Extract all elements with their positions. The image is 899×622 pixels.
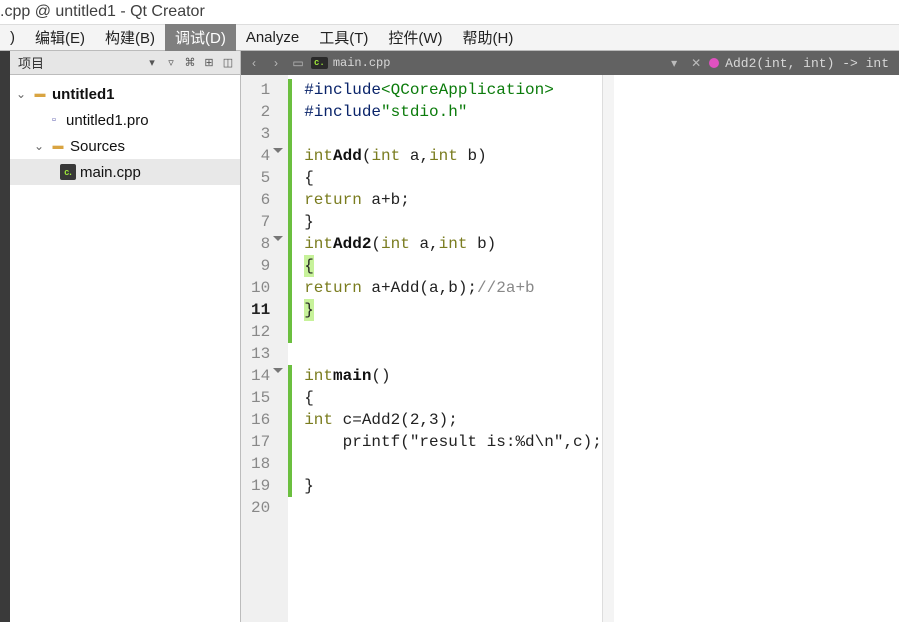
menu-help[interactable]: 帮助(H): [453, 24, 524, 51]
line-number[interactable]: 17: [251, 431, 282, 453]
tree-label: main.cpp: [80, 164, 141, 181]
line-number[interactable]: 19: [251, 475, 282, 497]
line-number[interactable]: 10: [251, 277, 282, 299]
folder-icon: ▬: [32, 86, 48, 102]
code-line[interactable]: int c=Add2(2,3);: [304, 409, 602, 431]
menu-bar: ) 编辑(E) 构建(B) 调试(D) Analyze 工具(T) 控件(W) …: [0, 25, 899, 51]
code-line[interactable]: [304, 497, 602, 519]
menu-build[interactable]: 构建(B): [95, 24, 165, 51]
code-editor[interactable]: 1234567891011121314151617181920 #include…: [241, 75, 899, 622]
file-dropdown-icon[interactable]: ▾: [665, 54, 683, 72]
mode-bar[interactable]: [0, 51, 10, 622]
code-line[interactable]: int Add2(int a,int b): [304, 233, 602, 255]
filter-icon[interactable]: ▿: [163, 56, 179, 69]
line-number[interactable]: 4: [251, 145, 282, 167]
menu-close-paren[interactable]: ): [0, 26, 25, 49]
symbol-selector[interactable]: Add2(int, int) -> int: [709, 56, 895, 71]
cpp-file-icon: c.: [60, 164, 76, 180]
fold-icon[interactable]: [273, 236, 283, 241]
line-number[interactable]: 11: [251, 299, 282, 321]
menu-analyze[interactable]: Analyze: [236, 26, 309, 49]
line-number[interactable]: 14: [251, 365, 282, 387]
project-header: 项目 ▾ ▿ ⌘ ⊞ ◫: [10, 51, 240, 75]
folder-icon: ▬: [50, 138, 66, 154]
window-title: .cpp @ untitled1 - Qt Creator: [0, 0, 899, 25]
project-panel: 项目 ▾ ▿ ⌘ ⊞ ◫ ⌄ ▬ untitled1 ▫ untitled1.p…: [10, 51, 241, 622]
vertical-scrollbar[interactable]: [602, 75, 614, 622]
code-line[interactable]: {: [304, 167, 602, 189]
tree-project-root[interactable]: ⌄ ▬ untitled1: [10, 81, 240, 107]
code-line[interactable]: {: [304, 255, 602, 277]
tree-label: untitled1: [52, 86, 115, 103]
function-icon: [709, 58, 719, 68]
line-number[interactable]: 18: [251, 453, 282, 475]
current-symbol: Add2(int, int) -> int: [725, 56, 889, 71]
line-number[interactable]: 20: [251, 497, 282, 519]
code-line[interactable]: {: [304, 387, 602, 409]
line-number[interactable]: 15: [251, 387, 282, 409]
code-line[interactable]: [304, 343, 602, 365]
close-file-icon[interactable]: ✕: [687, 54, 705, 72]
add-icon[interactable]: ⊞: [201, 56, 217, 69]
line-number[interactable]: 6: [251, 189, 282, 211]
project-header-title: 项目: [14, 53, 144, 72]
chevron-down-icon: ⌄: [32, 139, 46, 153]
code-line[interactable]: return a+Add(a,b);//2a+b: [304, 277, 602, 299]
project-tree: ⌄ ▬ untitled1 ▫ untitled1.pro ⌄ ▬ Source…: [10, 75, 240, 191]
tree-pro-file[interactable]: ▫ untitled1.pro: [10, 107, 240, 133]
fold-icon[interactable]: [273, 148, 283, 153]
code-area[interactable]: #include <QCoreApplication>#include "std…: [292, 75, 602, 622]
line-number[interactable]: 12: [251, 321, 282, 343]
line-number[interactable]: 16: [251, 409, 282, 431]
code-line[interactable]: }: [304, 299, 602, 321]
code-line[interactable]: #include "stdio.h": [304, 101, 602, 123]
code-line[interactable]: }: [304, 211, 602, 233]
editor-panel: ‹ › ▭ c. main.cpp ▾ ✕ Add2(int, int) -> …: [241, 51, 899, 622]
line-number[interactable]: 9: [251, 255, 282, 277]
menu-tools[interactable]: 工具(T): [309, 24, 378, 51]
line-number[interactable]: 2: [251, 101, 282, 123]
editor-toolbar: ‹ › ▭ c. main.cpp ▾ ✕ Add2(int, int) -> …: [241, 51, 899, 75]
code-line[interactable]: }: [304, 475, 602, 497]
line-number[interactable]: 1: [251, 79, 282, 101]
code-line[interactable]: int main(): [304, 365, 602, 387]
tree-sources-folder[interactable]: ⌄ ▬ Sources: [10, 133, 240, 159]
line-number[interactable]: 13: [251, 343, 282, 365]
code-line[interactable]: printf("result is:%d\n",c);: [304, 431, 602, 453]
cpp-file-icon: c.: [311, 57, 328, 69]
code-line[interactable]: return a+b;: [304, 189, 602, 211]
split-icon[interactable]: ◫: [220, 56, 236, 69]
tree-main-cpp[interactable]: c. main.cpp: [10, 159, 240, 185]
line-number[interactable]: 7: [251, 211, 282, 233]
line-number[interactable]: 8: [251, 233, 282, 255]
nav-forward-icon[interactable]: ›: [267, 54, 285, 72]
tree-label: untitled1.pro: [66, 112, 149, 129]
open-file-name: main.cpp: [333, 56, 391, 70]
menu-debug[interactable]: 调试(D): [165, 24, 236, 51]
code-line[interactable]: #include <QCoreApplication>: [304, 79, 602, 101]
tree-label: Sources: [70, 138, 125, 155]
code-line[interactable]: [304, 123, 602, 145]
nav-back-icon[interactable]: ‹: [245, 54, 263, 72]
line-number[interactable]: 3: [251, 123, 282, 145]
code-line[interactable]: int Add(int a,int b): [304, 145, 602, 167]
pro-file-icon: ▫: [46, 112, 62, 128]
menu-edit[interactable]: 编辑(E): [25, 24, 95, 51]
line-number[interactable]: 5: [251, 167, 282, 189]
code-line[interactable]: [304, 453, 602, 475]
open-file-selector[interactable]: c. main.cpp: [311, 56, 661, 70]
chevron-down-icon: ⌄: [14, 87, 28, 101]
line-number-gutter[interactable]: 1234567891011121314151617181920: [241, 75, 288, 622]
link-icon[interactable]: ⌘: [182, 56, 198, 69]
code-line[interactable]: [304, 321, 602, 343]
fold-icon[interactable]: [273, 368, 283, 373]
toolbar-menu-icon[interactable]: ▭: [289, 54, 307, 72]
menu-widgets[interactable]: 控件(W): [378, 24, 452, 51]
dropdown-icon[interactable]: ▾: [144, 56, 160, 69]
